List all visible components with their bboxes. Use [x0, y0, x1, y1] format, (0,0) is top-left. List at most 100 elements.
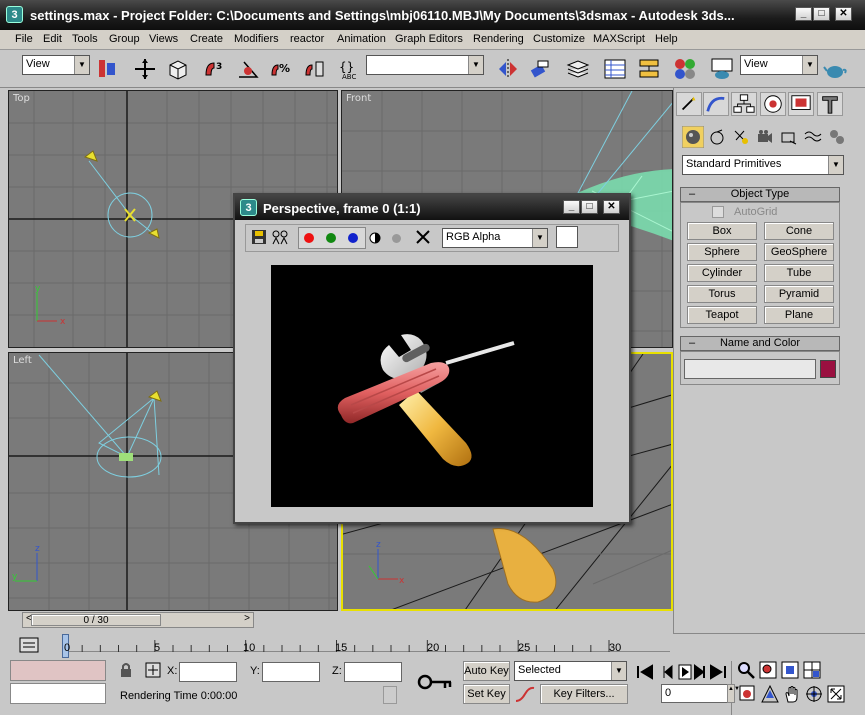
- mirror-icon[interactable]: [496, 57, 520, 81]
- close-button[interactable]: ✕: [835, 7, 852, 21]
- background-color-swatch[interactable]: [556, 226, 578, 248]
- pan-hand-icon[interactable]: [783, 685, 801, 703]
- frame-counter[interactable]: 0 / 30: [31, 614, 161, 626]
- menu-group[interactable]: Group: [109, 33, 140, 45]
- z-coordinate-input[interactable]: [344, 662, 402, 682]
- render-scene-teapot-icon[interactable]: [710, 57, 734, 81]
- render-minimize-button[interactable]: _: [563, 200, 580, 214]
- current-frame-spinner[interactable]: ▲▼: [727, 684, 740, 703]
- minimize-button[interactable]: _: [795, 7, 812, 21]
- angle-snap-icon[interactable]: [236, 57, 260, 81]
- menu-animation[interactable]: Animation: [337, 33, 386, 45]
- time-slider[interactable]: < 0 / 30 >: [22, 612, 254, 628]
- motion-tab-icon[interactable]: [760, 92, 786, 116]
- clear-icon[interactable]: [416, 230, 430, 244]
- snap-3d-icon[interactable]: 3: [202, 57, 226, 81]
- sphere-button[interactable]: Sphere: [687, 243, 757, 261]
- systems-category-icon[interactable]: [828, 128, 846, 146]
- menu-views[interactable]: Views: [149, 33, 178, 45]
- named-selection-dropdown[interactable]: ▼: [366, 55, 484, 75]
- monochrome-toggle[interactable]: [392, 234, 401, 243]
- menu-help[interactable]: Help: [655, 33, 678, 45]
- object-name-input[interactable]: [684, 359, 816, 379]
- pyramid-button[interactable]: Pyramid: [764, 285, 834, 303]
- set-key-button[interactable]: Set Key: [463, 684, 510, 704]
- key-selection-set-dropdown[interactable]: Selected ▼: [514, 661, 627, 681]
- select-move-icon[interactable]: [133, 57, 157, 81]
- go-to-start-icon[interactable]: [636, 664, 654, 680]
- utilities-tab-icon[interactable]: [817, 92, 843, 116]
- menu-edit[interactable]: Edit: [43, 33, 62, 45]
- menu-rendering[interactable]: Rendering: [473, 33, 524, 45]
- alpha-channel-icon[interactable]: [369, 232, 381, 244]
- quick-render-teapot-icon[interactable]: [823, 57, 847, 81]
- box-button[interactable]: Box: [687, 222, 757, 240]
- align-icon[interactable]: [528, 57, 552, 81]
- blue-channel-toggle[interactable]: [348, 233, 358, 243]
- maximize-button[interactable]: □: [813, 7, 830, 21]
- absolute-mode-icon[interactable]: [145, 662, 161, 678]
- geosphere-button[interactable]: GeoSphere: [764, 243, 834, 261]
- spacewarps-category-icon[interactable]: [804, 128, 822, 146]
- render-view-dropdown[interactable]: View ▼: [740, 55, 818, 75]
- teapot-button[interactable]: Teapot: [687, 306, 757, 324]
- render-close-button[interactable]: ✕: [603, 200, 620, 214]
- select-scale-cube-icon[interactable]: [166, 57, 190, 81]
- menu-create[interactable]: Create: [190, 33, 223, 45]
- x-coordinate-input[interactable]: [179, 662, 237, 682]
- autogrid-checkbox[interactable]: [712, 206, 724, 218]
- geometry-category-icon[interactable]: [682, 126, 704, 148]
- viewport-label-left[interactable]: Left: [13, 355, 32, 366]
- field-of-view-icon[interactable]: [761, 685, 779, 703]
- menu-maxscript[interactable]: MAXScript: [593, 33, 645, 45]
- shapes-category-icon[interactable]: [708, 128, 726, 146]
- clone-window-icon[interactable]: [271, 229, 289, 245]
- set-key-mode-key-icon[interactable]: [413, 667, 457, 697]
- zoom-all-icon[interactable]: [759, 661, 777, 679]
- time-configuration-icon[interactable]: [739, 685, 755, 701]
- spinner-snap-icon[interactable]: [302, 57, 326, 81]
- menu-reactor[interactable]: reactor: [290, 33, 324, 45]
- next-frame-icon[interactable]: [693, 664, 707, 680]
- app-logo-icon[interactable]: 3: [6, 6, 23, 23]
- menu-customize[interactable]: Customize: [533, 33, 585, 45]
- material-editor-icon[interactable]: [673, 57, 697, 81]
- rollout-object-type[interactable]: – Object Type: [680, 187, 840, 202]
- y-coordinate-input[interactable]: [262, 662, 320, 682]
- schematic-view-icon[interactable]: [637, 57, 661, 81]
- percent-snap-icon[interactable]: %: [268, 57, 292, 81]
- render-maximize-button[interactable]: □: [581, 200, 598, 214]
- viewport-label-top[interactable]: Top: [13, 93, 30, 104]
- default-in-out-tangent-icon[interactable]: [515, 686, 535, 703]
- maxscript-listener-pink[interactable]: [10, 660, 106, 681]
- plane-button[interactable]: Plane: [764, 306, 834, 324]
- helpers-category-icon[interactable]: [780, 128, 798, 146]
- zoom-extents-all-icon[interactable]: [803, 661, 821, 679]
- maxscript-listener-white[interactable]: [10, 683, 106, 704]
- menu-tools[interactable]: Tools: [72, 33, 98, 45]
- previous-frame-icon[interactable]: [663, 664, 673, 680]
- menu-file[interactable]: File: [15, 33, 33, 45]
- curve-editor-icon[interactable]: [603, 57, 627, 81]
- rollout-name-and-color[interactable]: – Name and Color: [680, 336, 840, 351]
- arc-rotate-icon[interactable]: [805, 685, 823, 703]
- current-frame-input[interactable]: 0: [661, 684, 729, 703]
- hierarchy-tab-icon[interactable]: [731, 92, 757, 116]
- red-channel-toggle[interactable]: [304, 233, 314, 243]
- status-prompt-button[interactable]: [383, 686, 397, 704]
- layer-manager-icon[interactable]: [566, 57, 590, 81]
- go-to-end-icon[interactable]: [709, 664, 727, 680]
- menu-graph-editors[interactable]: Graph Editors: [395, 33, 463, 45]
- primitive-category-dropdown[interactable]: Standard Primitives ▼: [682, 155, 844, 175]
- select-by-name-icon[interactable]: [95, 57, 119, 81]
- zoom-extents-icon[interactable]: [781, 661, 799, 679]
- menu-modifiers[interactable]: Modifiers: [234, 33, 279, 45]
- cone-button[interactable]: Cone: [764, 222, 834, 240]
- display-channel-dropdown[interactable]: RGB Alpha ▼: [442, 228, 548, 248]
- cameras-category-icon[interactable]: [756, 128, 774, 146]
- create-tab-icon[interactable]: [676, 92, 702, 116]
- play-icon[interactable]: [678, 664, 692, 680]
- tube-button[interactable]: Tube: [764, 264, 834, 282]
- maximize-viewport-icon[interactable]: [827, 685, 845, 703]
- object-color-swatch[interactable]: [820, 360, 836, 378]
